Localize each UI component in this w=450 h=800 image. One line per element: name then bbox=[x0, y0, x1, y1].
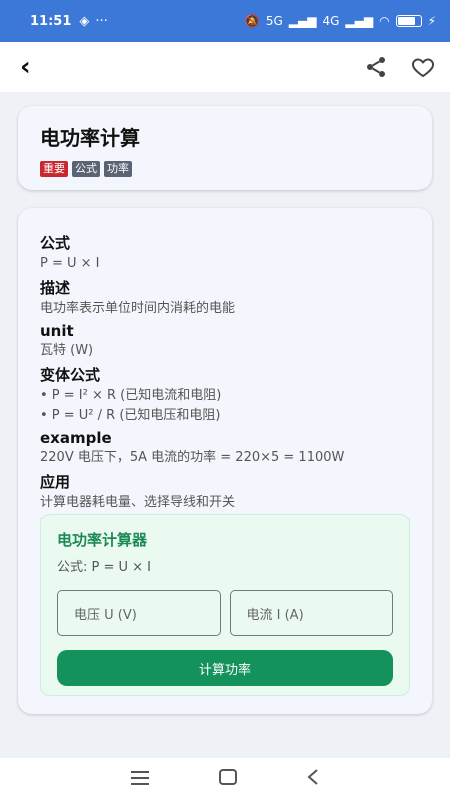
application-heading: 应用 bbox=[40, 473, 71, 491]
wifi-icon: ◠ bbox=[379, 14, 390, 28]
voltage-input[interactable]: 电压 U (V) bbox=[57, 590, 221, 636]
tag-formula: 公式 bbox=[72, 161, 100, 177]
app-bar: ‹ bbox=[0, 42, 450, 92]
variant-item: • P = U² / R (已知电压和电阻) bbox=[40, 408, 221, 423]
back-button[interactable]: ‹ bbox=[20, 54, 31, 80]
application-text: 计算电器耗电量、选择导线和开关 bbox=[40, 495, 236, 510]
signal-5g-label: 5G bbox=[265, 14, 283, 28]
tag-list: 重要 公式 功率 bbox=[40, 161, 410, 177]
calculator-title: 电功率计算器 bbox=[57, 531, 148, 549]
signal-icon-2: ▂▄▆ bbox=[345, 14, 374, 28]
signal-icon: ▂▄▆ bbox=[288, 14, 317, 28]
unit-text: 瓦特 (W) bbox=[40, 343, 94, 358]
home-icon[interactable] bbox=[219, 769, 237, 789]
menu-icon[interactable] bbox=[131, 770, 149, 789]
battery-icon bbox=[395, 15, 422, 27]
tag-important: 重要 bbox=[40, 161, 68, 177]
detail-card: 公式 P = U × I 描述 电功率表示单位时间内消耗的电能 unit 瓦特 … bbox=[18, 208, 432, 714]
calculate-power-button[interactable]: 计算功率 bbox=[57, 650, 393, 686]
calculator-panel: 电功率计算器 公式: P = U × I 电压 U (V) 电流 I (A) 计… bbox=[40, 514, 410, 696]
formula-heading: 公式 bbox=[40, 234, 71, 252]
back-nav-icon[interactable] bbox=[307, 769, 319, 789]
signal-4g-label: 4G bbox=[322, 14, 340, 28]
description-text: 电功率表示单位时间内消耗的电能 bbox=[40, 301, 236, 316]
heart-icon[interactable] bbox=[410, 55, 436, 79]
current-input[interactable]: 电流 I (A) bbox=[229, 590, 393, 636]
mute-icon: 🔕 bbox=[244, 14, 260, 28]
formula-text: P = U × I bbox=[40, 256, 100, 271]
calculator-formula: 公式: P = U × I bbox=[57, 560, 152, 575]
title-card: 电功率计算 重要 公式 功率 bbox=[18, 106, 432, 190]
system-nav-bar bbox=[0, 758, 450, 800]
variant-item: • P = I² × R (已知电流和电阻) bbox=[40, 388, 222, 403]
battery-fill bbox=[397, 17, 415, 25]
example-heading: example bbox=[40, 429, 112, 447]
status-time: 11:51 bbox=[30, 13, 72, 29]
example-text: 220V 电压下，5A 电流的功率 = 220×5 = 1100W bbox=[40, 450, 345, 465]
charging-icon: ⚡ bbox=[427, 14, 436, 28]
page-title: 电功率计算 bbox=[40, 126, 140, 150]
variants-heading: 变体公式 bbox=[40, 366, 101, 384]
share-icon[interactable] bbox=[364, 55, 388, 79]
description-heading: 描述 bbox=[40, 279, 71, 297]
status-extra: ··· bbox=[95, 13, 108, 29]
tag-power: 功率 bbox=[104, 161, 132, 177]
unit-heading: unit bbox=[40, 322, 74, 340]
diamond-icon: ◈ bbox=[79, 13, 90, 29]
status-bar: 11:51 ◈ ··· 🔕 5G ▂▄▆ 4G ▂▄▆ ◠ ⚡ bbox=[0, 0, 450, 42]
